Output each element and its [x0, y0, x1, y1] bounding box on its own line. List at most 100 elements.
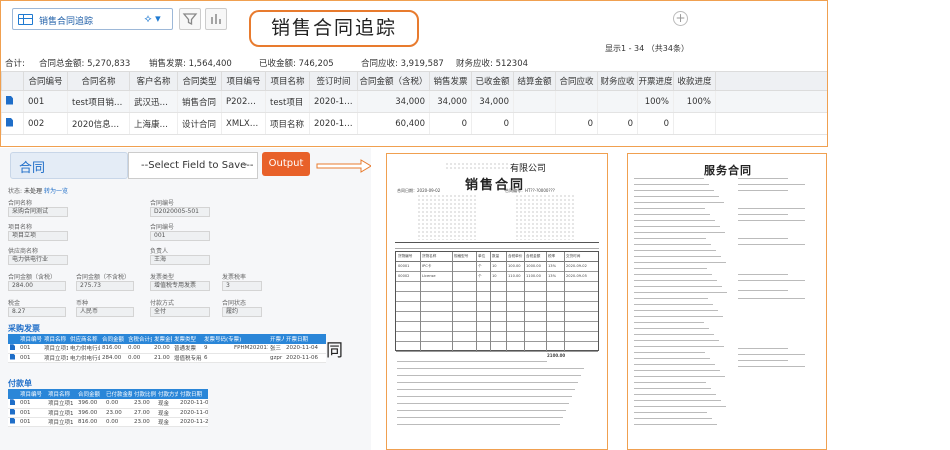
doc2-left-line	[634, 418, 712, 419]
field-value[interactable]: 人民币	[76, 307, 134, 317]
grid-cell	[597, 90, 638, 113]
grid-header[interactable]: 开票进度	[637, 71, 674, 91]
table-cell: 816.00	[100, 344, 126, 354]
doc1-term-line	[397, 368, 584, 369]
grid-cell: 0	[597, 112, 638, 135]
field-label: 发票税率	[222, 274, 247, 281]
status-link[interactable]: 转为一览	[44, 186, 68, 195]
doc2-left-line	[634, 412, 707, 413]
document-icon[interactable]	[10, 399, 15, 406]
document-icon[interactable]	[10, 353, 15, 360]
doc2-left-line	[634, 310, 718, 311]
grid-cell: 2020-10...	[309, 90, 358, 113]
field-value[interactable]: 增值税专用发票	[150, 281, 210, 291]
doc1-col-line	[452, 252, 453, 352]
add-icon[interactable]: +	[673, 11, 688, 26]
grid-header[interactable]: 收款进度	[673, 71, 716, 91]
document-icon[interactable]	[6, 95, 13, 105]
table-row[interactable]: 001test项目销售合...武汉迅华...销售合同P202008...test…	[1, 90, 827, 113]
doc1-term-line	[397, 417, 563, 418]
doc2-title: 服务合同	[704, 164, 752, 177]
table-row[interactable]: 0022020信息化建设上海康宝...设计合同XMLX20...项目名称2020…	[1, 112, 827, 135]
grid-header[interactable]: 合同应收	[555, 71, 598, 91]
doc1-row-line	[396, 351, 598, 352]
visualization-toggle-button[interactable]: ⟡ ▾	[133, 8, 173, 30]
grid-header[interactable]: 结算金额	[513, 71, 556, 91]
doc1-row-line	[396, 311, 598, 312]
doc2-right-line	[738, 280, 805, 281]
chart-button[interactable]	[205, 8, 227, 30]
grid-header[interactable]: 合同编号	[23, 71, 68, 91]
field-value[interactable]: 8.27	[8, 307, 66, 317]
redacted-block	[515, 194, 575, 240]
doc1-term-line	[397, 403, 569, 404]
field-value[interactable]: 履约	[222, 307, 262, 317]
grid-header[interactable]: 项目编号	[221, 71, 266, 91]
field-value[interactable]: 项目立项	[8, 231, 68, 241]
field-select[interactable]: --Select Field to Save-- ⌄	[128, 152, 258, 179]
field-value[interactable]: 采购合同测试	[8, 207, 68, 217]
doc1-row-line	[396, 331, 598, 332]
doc1-item-cell: 个	[478, 264, 482, 268]
summary-finance-receivable: 财务应收: 512304	[456, 59, 529, 69]
grid-header[interactable]: 客户名称	[129, 71, 178, 91]
filter-button[interactable]	[179, 8, 201, 30]
doc1-company: 有限公司	[510, 164, 547, 174]
grid-header[interactable]: 签订时间	[309, 71, 358, 91]
field-label: 项目名称	[8, 224, 33, 231]
grid-cell: test项目	[265, 90, 310, 113]
table-row[interactable]: 001项目立项1396.0023.0027.00现金2020-11-02	[8, 408, 208, 418]
chevron-down-icon: ⌄	[240, 158, 249, 169]
table-row[interactable]: 001项目立项1电力供电行业284.000.0021.00增值税专用发票6 gzp…	[8, 353, 326, 363]
document-icon[interactable]	[6, 117, 13, 127]
grid-header[interactable]: 财务应收	[597, 71, 638, 91]
doc1-item-cell: 100.00	[508, 264, 521, 268]
grid-header[interactable]: 已收金额	[471, 71, 514, 91]
grid-header[interactable]: 项目名称	[265, 71, 310, 91]
doc2-right-line	[738, 354, 805, 355]
doc2-left-line	[634, 388, 711, 389]
field-label: 合同金额（含税）	[8, 274, 57, 281]
doc2-left-line	[634, 184, 709, 185]
table-cell: FPHM20201103001	[232, 344, 269, 354]
table-cell: 284.00	[100, 353, 126, 363]
table-cell: 9	[202, 344, 232, 354]
grid-header[interactable]	[1, 71, 24, 91]
output-button[interactable]: Output	[262, 152, 310, 176]
payment-header: 付款日期	[178, 389, 208, 399]
doc2-left-line	[634, 250, 716, 251]
doc2-right-line	[738, 244, 805, 245]
document-icon[interactable]	[10, 417, 15, 424]
doc1-row-line	[396, 291, 598, 292]
doc1-item-cell: 13%	[548, 274, 556, 278]
contract-form: 合同 --Select Field to Save-- ⌄ Output 状态:…	[0, 148, 371, 450]
field-value[interactable]: D2020005-501	[150, 207, 210, 217]
row-icon-cell	[8, 344, 18, 354]
doc2-left-line	[634, 334, 714, 335]
grid-header-row: 合同编号 合同名称 客户名称 合同类型 项目编号 项目名称 签订时间 合同金额（…	[1, 71, 827, 91]
field-value[interactable]: 电力供电行业	[8, 255, 68, 265]
payment-header: 付款方式	[156, 389, 178, 399]
grid-header[interactable]: 合同金额（含税）	[357, 71, 430, 91]
document-icon[interactable]	[10, 408, 15, 415]
grid-header[interactable]: 销售发票	[429, 71, 472, 91]
table-row[interactable]: 001项目立项1396.000.0023.00现金2020-11-02	[8, 399, 208, 409]
field-value[interactable]: 全付	[150, 307, 210, 317]
table-row[interactable]: 001项目立项1816.000.0023.00现金2020-11-27	[8, 417, 208, 427]
document-icon[interactable]	[10, 344, 15, 351]
doc2-right-line	[738, 190, 788, 191]
grid-header[interactable]: 合同类型	[177, 71, 222, 91]
field-value[interactable]: 3	[222, 281, 262, 291]
grid-cell: P202008...	[221, 90, 266, 113]
table-row[interactable]: 001 项目立项1 电力供电行业 816.00 0.00 20.00 普通发票 9 FPHM20…	[8, 344, 326, 354]
doc2-left-line	[634, 316, 723, 317]
doc2-left-line	[634, 340, 719, 341]
field-value[interactable]: 001	[150, 231, 210, 241]
doc2-left-line	[634, 238, 706, 239]
field-value[interactable]: 275.73	[76, 281, 134, 291]
purchase-header: 发票号码(专票)	[202, 334, 269, 344]
doc2-left-line	[634, 298, 708, 299]
field-value[interactable]: 王海	[150, 255, 210, 265]
field-value[interactable]: 284.00	[8, 281, 66, 291]
grid-header[interactable]: 合同名称	[67, 71, 130, 91]
